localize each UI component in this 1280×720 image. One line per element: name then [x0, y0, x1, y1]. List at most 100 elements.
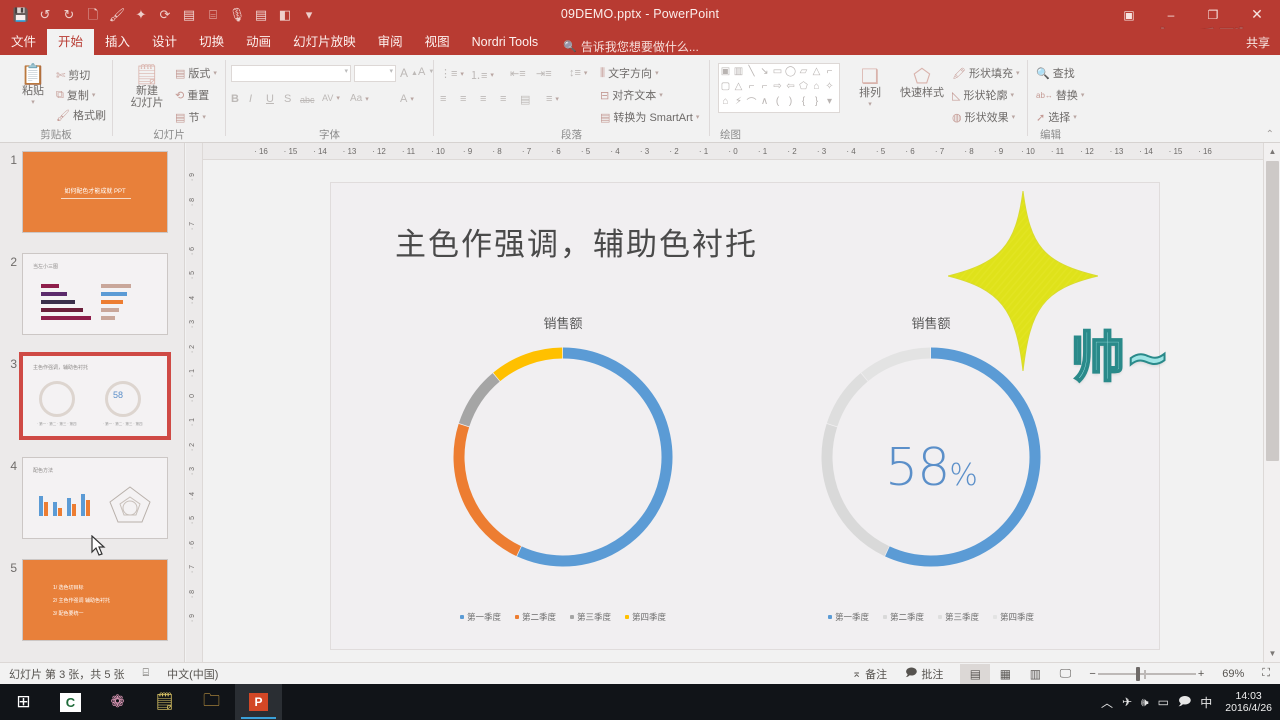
spellcheck-icon[interactable]: ⌸	[134, 663, 159, 685]
shape-cube-icon[interactable]: ⌂	[722, 96, 728, 107]
reading-view-button[interactable]: ▥	[1020, 664, 1050, 684]
notes-button[interactable]: ⌅ 备注	[843, 663, 896, 685]
shape-fill-button[interactable]: 🖍 形状填充 ▾	[952, 65, 1019, 81]
fit-slide-button[interactable]: ⛶	[1253, 663, 1280, 685]
file-explorer-icon[interactable]: 🗀	[188, 684, 235, 720]
numbering-button[interactable]: ⒈≡ ▾	[470, 67, 494, 83]
app-notes-icon[interactable]: 🗒	[141, 684, 188, 720]
volume-icon[interactable]: 🕪	[1141, 695, 1149, 710]
align-right-button[interactable]: ≡	[480, 93, 486, 105]
powerpoint-icon[interactable]: P	[235, 684, 282, 720]
shape-more1-icon[interactable]: ▱	[800, 66, 808, 77]
align-text-button[interactable]: ⊟ 对齐文本 ▾	[600, 87, 663, 103]
grow-font-button[interactable]: A ▲	[400, 66, 418, 80]
shape-arrow-right-icon[interactable]: ⇨	[773, 81, 781, 92]
character-spacing-button[interactable]: AV ▾	[322, 93, 340, 103]
scroll-up-arrow-icon[interactable]: ▲	[1264, 143, 1280, 160]
strikethrough-button[interactable]: abc	[300, 95, 315, 105]
convert-to-smartart-button[interactable]: ▤ 转换为 SmartArt ▾	[600, 109, 699, 125]
shape-more-icon[interactable]: ▾	[827, 96, 832, 107]
thumbnail-item[interactable]: 3 主色作强调，辅助色衬托 58 · 第一 · 第二 · 第三 · 第四 · 第一 · …	[0, 352, 184, 440]
cut-button[interactable]: ✄ 剪切	[56, 67, 90, 83]
change-case-button[interactable]: Aa ▾	[350, 93, 369, 104]
comments-button[interactable]: 🗩 批注	[896, 663, 952, 685]
shape-line-icon[interactable]: ╲	[748, 66, 754, 77]
copy-button[interactable]: ⧉ 复制 ▾	[56, 87, 95, 103]
tab-item[interactable]: 审阅	[367, 29, 414, 55]
shape-brace-left-icon[interactable]: (	[776, 96, 779, 107]
quick-styles-button[interactable]: ⬠ 快速样式	[896, 67, 948, 99]
tell-me-box[interactable]: 🔍 告诉我您想要做什么...	[549, 38, 699, 55]
start-button[interactable]: ⊞	[0, 684, 47, 720]
shape-effects-button[interactable]: ◍ 形状效果 ▾	[952, 109, 1015, 125]
tab-item[interactable]: 幻灯片放映	[282, 29, 367, 55]
tab-item[interactable]: 文件	[0, 29, 47, 55]
tab-item[interactable]: Nordri Tools	[461, 29, 549, 55]
text-direction-button[interactable]: ⫼ 文字方向 ▾	[600, 65, 659, 81]
slideshow-view-button[interactable]: 🖵	[1050, 664, 1080, 684]
find-button[interactable]: 🔍 查找	[1036, 65, 1075, 81]
thumbnail-preview[interactable]: 主色作强调，辅助色衬托 58 · 第一 · 第二 · 第三 · 第四 · 第一 · 第…	[19, 352, 171, 440]
chart-left-donut[interactable]: 销售额 第一季度 第二季度 第三季度 第四季度	[413, 313, 713, 623]
shape-chevron-icon[interactable]: ⌂	[813, 81, 819, 92]
underline-button[interactable]: U	[266, 93, 274, 105]
paste-button[interactable]: 📋 粘贴 ▾	[12, 65, 54, 109]
increase-indent-button[interactable]: ⇥≡	[536, 67, 552, 80]
minimize-button[interactable]: –	[1150, 0, 1192, 29]
shape-more2-icon[interactable]: △	[813, 66, 821, 77]
restore-button[interactable]: ❐	[1192, 0, 1234, 29]
zoom-out-button[interactable]: −	[1080, 663, 1097, 685]
slide-editing-area[interactable]: 主色作强调，辅助色衬托 销售额 第一季度 第二季度 第三季度 第四季度 销售额	[203, 160, 1263, 662]
slide-canvas[interactable]: 主色作强调，辅助色衬托 销售额 第一季度 第二季度 第三季度 第四季度 销售额	[331, 183, 1171, 649]
text-alignment-button[interactable]: ≡ ▾	[546, 93, 559, 105]
replace-button[interactable]: ab↔ 替换 ▾	[1036, 87, 1084, 103]
thumbnail-preview[interactable]: 1/ 选色切目标 2/ 主色作强调 辅助色衬托 3/ 配色要统一	[22, 559, 168, 641]
select-button[interactable]: ➚ 选择 ▾	[1036, 109, 1077, 125]
thumbnail-item[interactable]: 2 当左小三图	[0, 253, 184, 335]
font-name-input[interactable]: ▾	[231, 65, 351, 82]
shape-arc-icon[interactable]: ∧	[761, 96, 768, 107]
shape-curve-icon[interactable]: ⌒	[747, 94, 757, 109]
decrease-indent-button[interactable]: ⇤≡	[510, 67, 526, 80]
ribbon-display-options-button[interactable]: ▣	[1108, 0, 1150, 29]
justify-button[interactable]: ≡	[500, 93, 506, 105]
tab-item[interactable]: 视图	[414, 29, 461, 55]
bold-button[interactable]: B	[231, 93, 239, 105]
tab-item[interactable]: 设计	[141, 29, 188, 55]
shape-cbrace2-icon[interactable]: }	[815, 96, 818, 107]
battery-icon[interactable]: ▭	[1158, 695, 1169, 709]
shape-lightning-icon[interactable]: ⚡	[735, 96, 742, 107]
thumbnail-item[interactable]: 1 如何配色才能成就 PPT	[0, 151, 184, 233]
layout-button[interactable]: ▤ 版式 ▾	[175, 65, 217, 81]
reset-button[interactable]: ⟲ 重置	[175, 87, 209, 103]
ime-icon[interactable]: 中	[1200, 694, 1212, 711]
app-flower-icon[interactable]: ❁	[94, 684, 141, 720]
tab-item[interactable]: 切换	[188, 29, 235, 55]
shape-cbrace-icon[interactable]: {	[802, 96, 805, 107]
shape-oval-icon[interactable]: ◯	[785, 66, 796, 77]
zoom-slider-handle[interactable]	[1135, 666, 1140, 681]
zoom-level-label[interactable]: 69%	[1213, 663, 1253, 685]
format-painter-button[interactable]: 🖌 格式刷	[56, 107, 106, 123]
shape-rect-icon[interactable]: ▭	[773, 66, 782, 77]
slide-title-text[interactable]: 主色作强调，辅助色衬托	[395, 219, 758, 264]
shape-corner2-icon[interactable]: ⌐	[762, 81, 768, 92]
app-c-icon[interactable]: C	[47, 684, 94, 720]
thumbnail-item[interactable]: 5 1/ 选色切目标 2/ 主色作强调 辅助色衬托 3/ 配色要统一	[0, 559, 184, 641]
shape-textbox-icon[interactable]: ▣	[721, 66, 730, 77]
shape-rect2-icon[interactable]: ▢	[721, 81, 730, 92]
font-color-button[interactable]: A ▾	[400, 93, 414, 105]
shape-more3-icon[interactable]: ⌐	[827, 66, 833, 77]
new-slide-button[interactable]: 🗒 新建 幻灯片	[123, 65, 171, 109]
shape-textbox2-icon[interactable]: ▥	[734, 66, 743, 77]
normal-view-button[interactable]: ▤	[960, 663, 991, 684]
scroll-down-arrow-icon[interactable]: ▼	[1264, 645, 1280, 662]
shape-arrow-left-icon[interactable]: ⇦	[786, 81, 794, 92]
font-size-input[interactable]: ▾	[354, 65, 396, 82]
shrink-font-button[interactable]: A ▼	[418, 66, 434, 78]
clock[interactable]: 14:03 2016/4/26	[1221, 690, 1272, 714]
share-button[interactable]: 共享	[1246, 34, 1270, 51]
action-center-icon[interactable]: 🗩	[1178, 692, 1191, 713]
vertical-scrollbar[interactable]: ▲ ▼	[1263, 143, 1280, 662]
shape-triangle-icon[interactable]: △	[735, 81, 743, 92]
